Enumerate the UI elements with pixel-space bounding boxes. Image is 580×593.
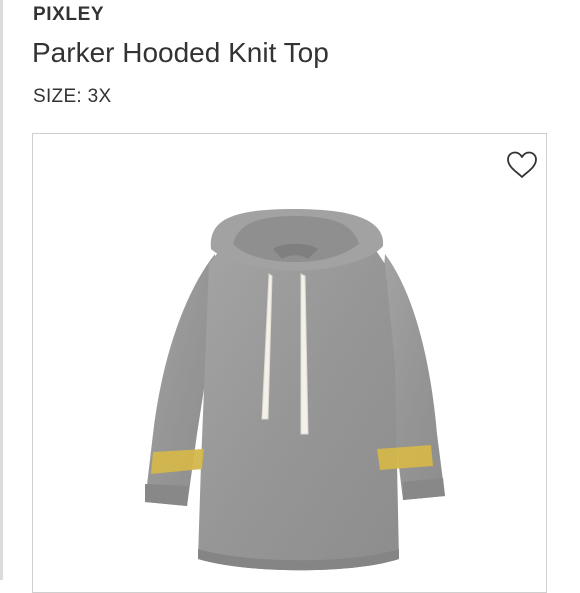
product-title: Parker Hooded Knit Top [32,37,329,68]
favorite-heart-icon[interactable] [505,150,539,180]
product-image-card [32,133,547,593]
size-label: SIZE: 3X [33,86,112,107]
product-photo[interactable] [33,134,547,593]
left-divider [0,0,3,580]
brand-name: PIXLEY [33,4,105,25]
